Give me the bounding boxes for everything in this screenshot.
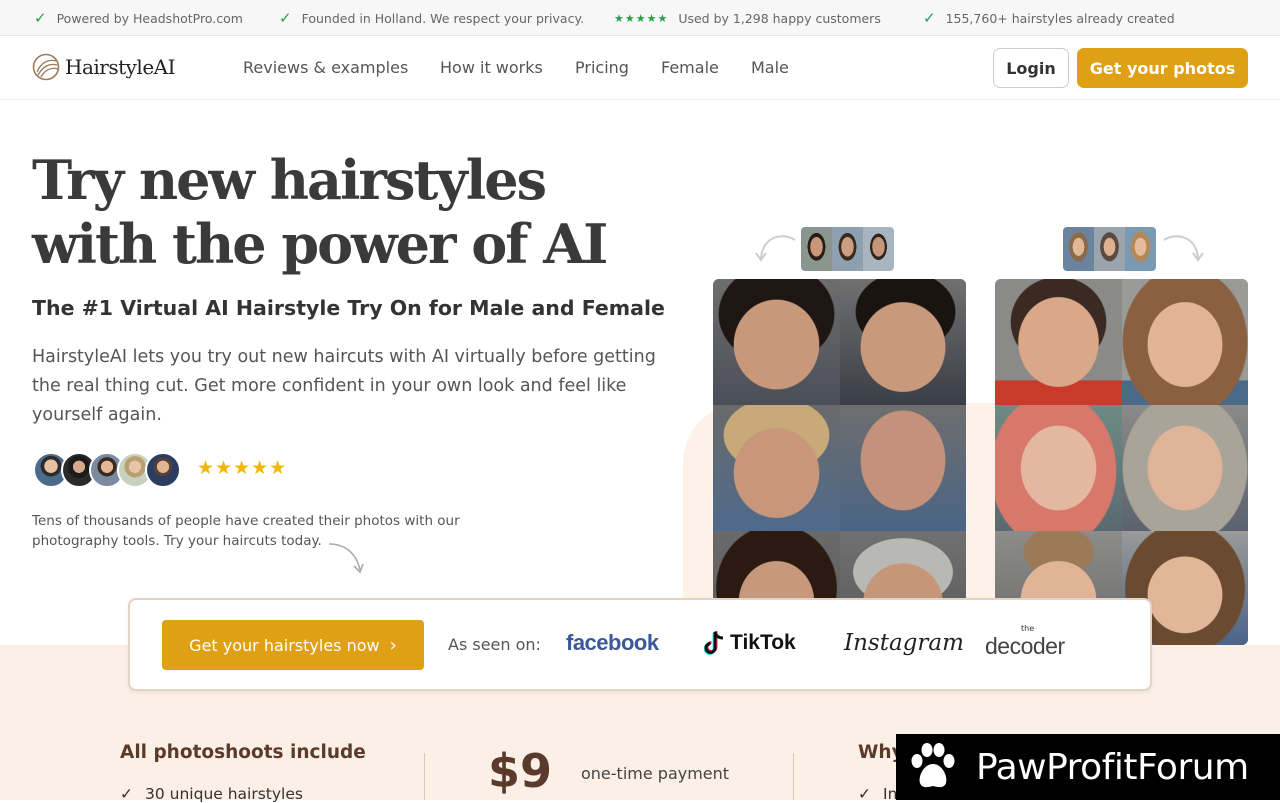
result-image [839, 405, 966, 531]
avatar [145, 452, 181, 488]
includes-item: ✓ 30 unique hairstyles [120, 785, 303, 803]
result-image [1121, 279, 1248, 405]
paw-icon [911, 743, 955, 788]
main-nav: HairstyleAI Reviews & examples How it wo… [0, 36, 1280, 100]
decoder-prefix: the [1021, 624, 1035, 633]
hero-subtitle: The #1 Virtual AI Hairstyle Try On for M… [32, 296, 665, 320]
result-image [1121, 405, 1248, 531]
nav-link-female[interactable]: Female [661, 58, 719, 77]
announcement-text: Founded in Holland. We respect your priv… [301, 10, 585, 26]
divider [424, 753, 425, 800]
thumbnail-image [1094, 227, 1125, 271]
check-icon: ✓ [34, 9, 47, 27]
hero-title: Try new hairstyles with the power of AI [32, 148, 652, 276]
result-image [995, 279, 1122, 405]
announcement-powered: ✓ Powered by HeadshotPro.com [34, 0, 243, 36]
divider [793, 753, 794, 800]
thumbnail-image [1063, 227, 1094, 271]
announcement-text: Powered by HeadshotPro.com [56, 10, 243, 26]
announcement-founded: ✓ Founded in Holland. We respect your pr… [279, 0, 584, 36]
hero-title-line2: with the power of AI [32, 212, 608, 276]
announcement-text: Used by 1,298 happy customers [678, 10, 881, 26]
get-hairstyles-button[interactable]: Get your hairstyles now › [162, 620, 424, 670]
check-icon: ✓ [120, 785, 133, 803]
decoder-wordmark: decoder [985, 633, 1065, 659]
nav-link-how-it-works[interactable]: How it works [440, 58, 543, 77]
rotate-arrow-left-icon [755, 235, 796, 262]
nav-link-reviews[interactable]: Reviews & examples [243, 58, 408, 77]
announcement-bar: ✓ Powered by HeadshotPro.com ✓ Founded i… [0, 0, 1280, 36]
check-icon: ✓ [923, 9, 936, 27]
logo-text: HairstyleAI [65, 55, 176, 79]
result-image [995, 405, 1122, 531]
result-image [713, 405, 840, 531]
logo[interactable]: HairstyleAI [32, 53, 176, 81]
nav-link-male[interactable]: Male [751, 58, 789, 77]
rating-stars: ★★★★★ [197, 457, 288, 479]
female-input-thumbnails [1063, 227, 1156, 271]
login-button[interactable]: Login [993, 48, 1069, 88]
check-icon: ✓ [279, 9, 292, 27]
as-seen-on-label: As seen on: [448, 635, 541, 654]
thumbnail-image [832, 227, 863, 271]
thumbnail-image [1125, 227, 1156, 271]
tiktok-wordmark: TikTok [730, 631, 796, 654]
curved-arrow-icon [328, 543, 364, 574]
female-hairstyle-results [995, 279, 1248, 645]
watermark-text: PawProfitForum [976, 746, 1249, 788]
chevron-right-icon: › [389, 634, 397, 656]
price: $9 [488, 744, 553, 798]
rotate-arrow-right-icon [1163, 235, 1204, 262]
instagram-logo: Instagram [844, 630, 964, 656]
thumbnail-image [801, 227, 832, 271]
get-photos-button[interactable]: Get your photos [1077, 48, 1248, 88]
get-hairstyles-label: Get your hairstyles now [189, 635, 380, 655]
decoder-logo: the decoder [985, 624, 1065, 660]
nav-link-pricing[interactable]: Pricing [575, 58, 629, 77]
male-hairstyle-results [713, 279, 966, 645]
includes-title: All photoshoots include [120, 742, 366, 763]
price-note: one-time payment [581, 764, 730, 783]
tiktok-icon [704, 631, 724, 655]
includes-item-text: 30 unique hairstyles [145, 785, 303, 803]
hero-title-line1: Try new hairstyles [32, 148, 547, 212]
male-input-thumbnails [801, 227, 894, 271]
rating-stars-icon: ★★★★★ [614, 11, 669, 25]
result-image [713, 279, 840, 405]
why-item: ✓ In [858, 785, 897, 803]
announcement-created: ✓ 155,760+ hairstyles already created [923, 0, 1175, 36]
announcement-text: 155,760+ hairstyles already created [945, 10, 1175, 26]
social-proof-text: Tens of thousands of people have created… [32, 513, 460, 549]
result-image [839, 279, 966, 405]
customer-avatars [33, 452, 181, 488]
cta-bar: Get your hairstyles now › As seen on: fa… [128, 598, 1152, 691]
logo-icon [32, 53, 60, 81]
check-icon: ✓ [858, 785, 871, 803]
thumbnail-image [863, 227, 894, 271]
facebook-logo: facebook [566, 630, 659, 655]
hero-description: HairstyleAI lets you try out new haircut… [32, 347, 656, 425]
watermark-overlay: PawProfitForum [896, 734, 1280, 800]
announcement-customers: ★★★★★ Used by 1,298 happy customers [614, 0, 881, 36]
tiktok-logo: TikTok [704, 630, 796, 656]
